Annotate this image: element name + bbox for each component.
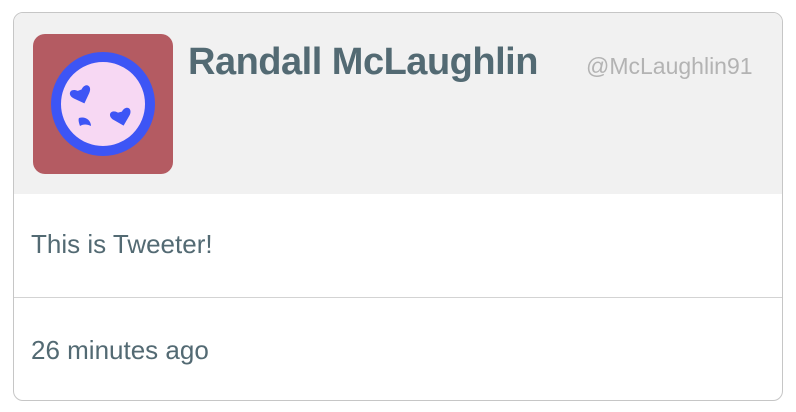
tweet-card: Randall McLaughlin @McLaughlin91 This is… — [13, 12, 783, 401]
author-handle: @McLaughlin91 — [586, 53, 753, 79]
tweet-timestamp: 26 minutes ago — [31, 335, 209, 365]
author-name: Randall McLaughlin — [188, 41, 538, 83]
tweet-header: Randall McLaughlin @McLaughlin91 — [14, 13, 782, 194]
heart-moons-avatar-icon — [51, 52, 155, 156]
tweet-message: This is Tweeter! — [31, 229, 213, 259]
avatar — [33, 34, 173, 174]
divider — [14, 297, 782, 298]
